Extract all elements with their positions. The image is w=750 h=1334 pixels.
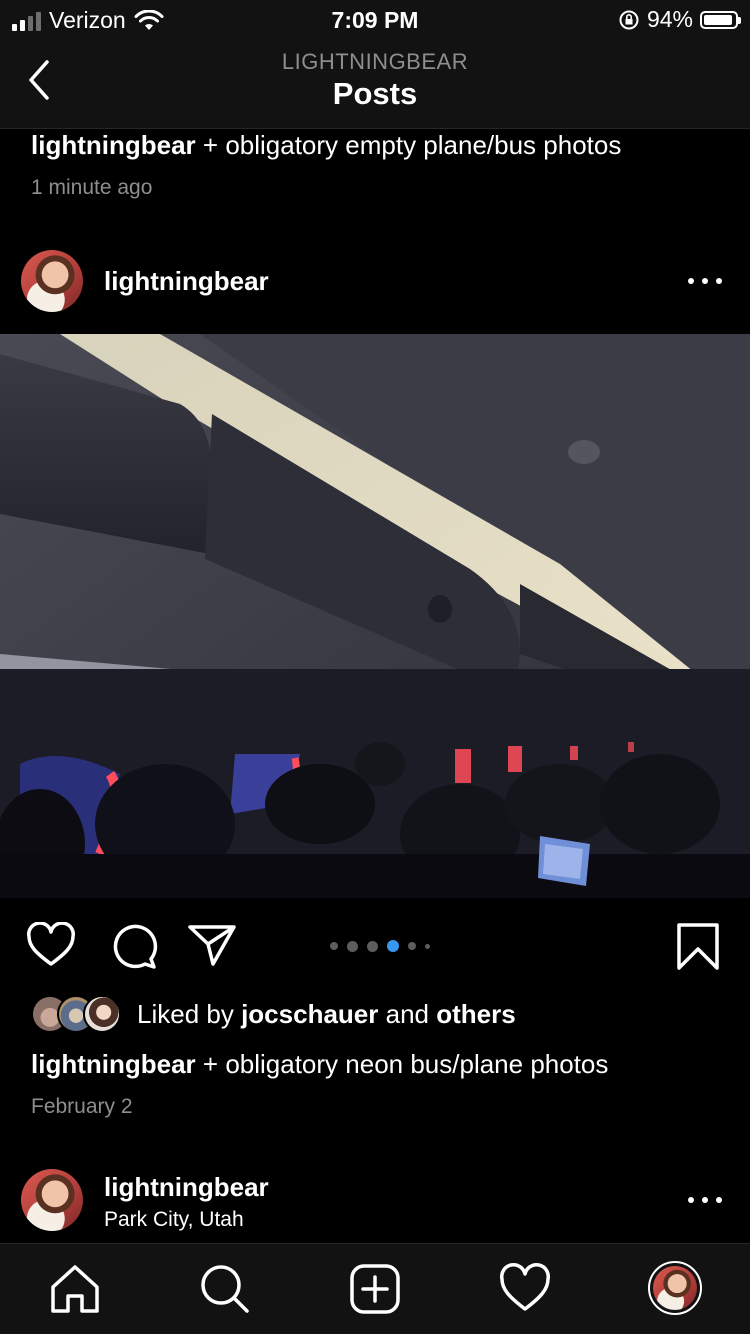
post-date: February 2 [31,1095,133,1118]
post-caption-text: + obligatory neon bus/plane photos [202,1049,609,1079]
avatar[interactable] [21,250,83,312]
page-title: Posts [332,76,418,111]
likes-and: and [385,998,429,1029]
carousel-dot [408,942,416,950]
tab-bar [0,1243,750,1334]
liked-by-username[interactable]: jocschauer [241,999,378,1029]
carousel-dot [425,943,430,949]
next-post-username[interactable]: lightningbear [104,1172,269,1203]
carousel-dot [367,940,378,952]
post-username[interactable]: lightningbear [104,266,269,297]
carousel-dot [347,940,358,952]
comment-icon[interactable] [108,922,158,970]
nav-header: LIGHTNINGBEAR Posts [0,40,750,129]
more-options-button[interactable] [688,1193,722,1207]
post-caption-username[interactable]: lightningbear [31,1049,196,1079]
screen: Verizon 7:09 PM 94% LIGHTNINGBEAR Posts … [0,0,750,1334]
bookmark-icon[interactable] [676,922,720,972]
post-photo[interactable] [0,334,750,898]
post-caption: lightningbear + obligatory neon bus/plan… [31,1049,608,1080]
more-options-button[interactable] [688,274,722,288]
liker-avatar [83,995,121,1033]
status-bar: Verizon 7:09 PM 94% [0,0,750,40]
airplane-cabin-photo [0,334,750,898]
likes-text: Liked by jocschauer and others [137,999,516,1030]
next-post-header: lightningbear Park City, Utah [0,1160,750,1240]
battery-percent: 94% [646,6,693,32]
search-icon[interactable] [198,1262,252,1316]
avatar[interactable] [21,1169,83,1231]
carousel-dot-active [387,940,399,952]
share-paper-plane-icon[interactable] [187,922,237,968]
status-right: 94% [618,6,741,33]
prev-post-timestamp: 1 minute ago [31,176,153,199]
activity-heart-icon[interactable] [498,1262,552,1316]
prev-post-caption-username[interactable]: lightningbear [31,130,196,160]
orientation-lock-icon [619,10,639,29]
likes-prefix: Liked by [137,998,234,1029]
home-icon[interactable] [48,1262,102,1316]
nav-subtitle: LIGHTNINGBEAR [281,49,469,74]
likes-row[interactable]: Liked by jocschauer and others [31,995,516,1033]
carousel-dots [330,940,430,952]
like-heart-icon[interactable] [26,922,76,968]
carousel-dot [330,942,338,950]
next-post-location[interactable]: Park City, Utah [104,1208,244,1232]
battery-icon [700,10,741,29]
avatar [653,1266,697,1310]
likes-others[interactable]: others [436,999,515,1029]
new-post-icon[interactable] [348,1262,402,1316]
battery-fill [704,14,733,25]
profile-avatar-tab[interactable] [648,1261,702,1315]
prev-post-caption: lightningbear + obligatory empty plane/b… [31,130,621,161]
prev-post-caption-text: + obligatory empty plane/bus photos [202,130,622,160]
post-header: lightningbear [0,241,750,321]
